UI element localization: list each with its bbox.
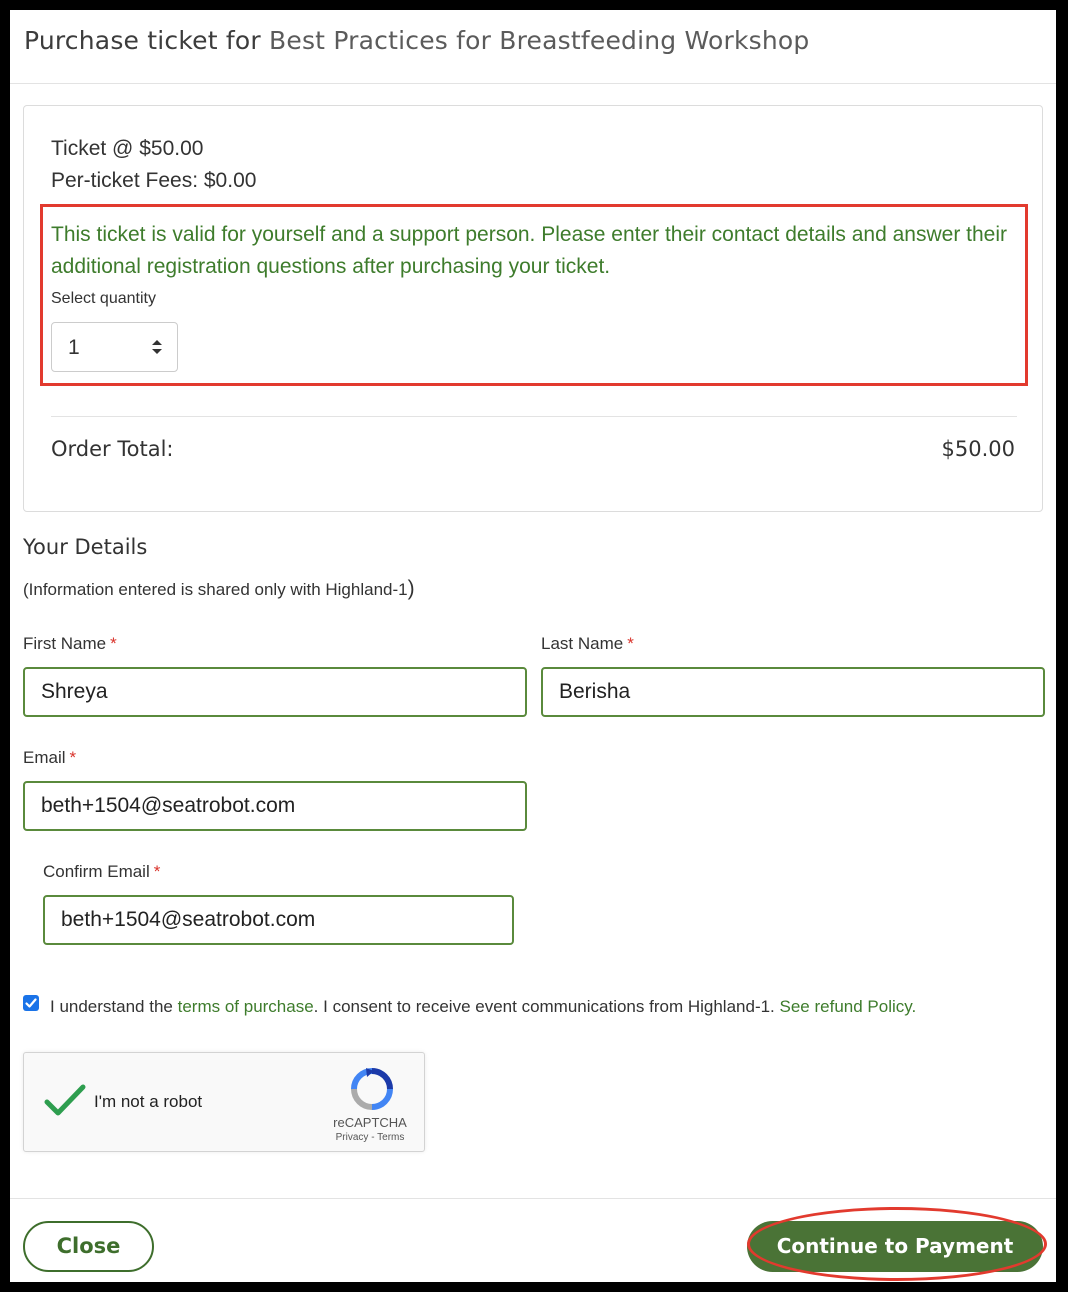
last-name-label: Last Name * [541,634,634,654]
your-details-heading: Your Details [23,535,148,559]
email-label-text: Email [23,748,66,767]
quantity-select[interactable]: 1 [51,322,178,372]
confirm-email-label-text: Confirm Email [43,862,150,881]
recaptcha-label: I'm not a robot [94,1092,203,1111]
consent-text-before: I understand the [50,997,173,1016]
confirm-email-label: Confirm Email * [43,862,160,882]
required-marker: * [627,634,634,653]
consent-text-middle: . I consent to receive event communicati… [313,997,775,1016]
order-total-value: $50.00 [941,437,1015,461]
modal-header: Purchase ticket for Best Practices for B… [10,10,1056,84]
recaptcha-logo-icon [351,1068,393,1110]
select-arrows-icon [152,340,162,354]
event-name: Best Practices for Breastfeeding Worksho… [269,26,810,55]
divider [51,416,1017,417]
terms-of-purchase-link[interactable]: terms of purchase [178,997,314,1016]
consent-checkbox[interactable] [23,995,39,1011]
quantity-label: Select quantity [51,290,156,307]
ticket-fees: Per-ticket Fees: $0.00 [51,169,257,192]
recaptcha-widget: I'm not a robot reCAPTCHA Privacy - Term… [23,1052,425,1152]
last-name-input[interactable] [541,667,1045,717]
consent-text: I understand the terms of purchase. I co… [50,997,916,1017]
annotation-ellipse [747,1207,1047,1281]
required-marker: * [153,862,161,881]
recaptcha-brand: reCAPTCHA [333,1115,407,1130]
recaptcha-checkbox[interactable] [44,1083,86,1119]
footer-divider [10,1198,1056,1199]
purchase-modal: Purchase ticket for Best Practices for B… [10,10,1056,1282]
quantity-value: 1 [68,336,80,359]
modal-title: Purchase ticket for Best Practices for B… [24,26,809,55]
last-name-label-text: Last Name [541,634,624,653]
title-prefix: Purchase ticket for [24,26,261,55]
recaptcha-privacy-terms[interactable]: Privacy - Terms [320,1132,420,1143]
ticket-price: Ticket @ $50.00 [51,137,204,160]
close-button[interactable]: Close [23,1221,154,1272]
ticket-summary-card: Ticket @ $50.00 Per-ticket Fees: $0.00 T… [23,105,1043,512]
details-note-close: ) [407,577,415,600]
details-privacy-note: (Information entered is shared only with… [23,577,415,601]
details-note-text: (Information entered is shared only with… [23,580,408,599]
order-total-label: Order Total: [51,437,174,461]
email-input[interactable] [23,781,527,831]
email-label: Email * [23,748,76,768]
first-name-label-text: First Name [23,634,107,653]
first-name-label: First Name * [23,634,117,654]
first-name-input[interactable] [23,667,527,717]
checkmark-icon [25,998,37,1008]
ticket-note: This ticket is valid for yourself and a … [51,223,1007,278]
confirm-email-input[interactable] [43,895,514,945]
required-marker: * [110,634,117,653]
refund-policy-link[interactable]: See refund Policy. [780,997,917,1016]
required-marker: * [69,748,77,767]
